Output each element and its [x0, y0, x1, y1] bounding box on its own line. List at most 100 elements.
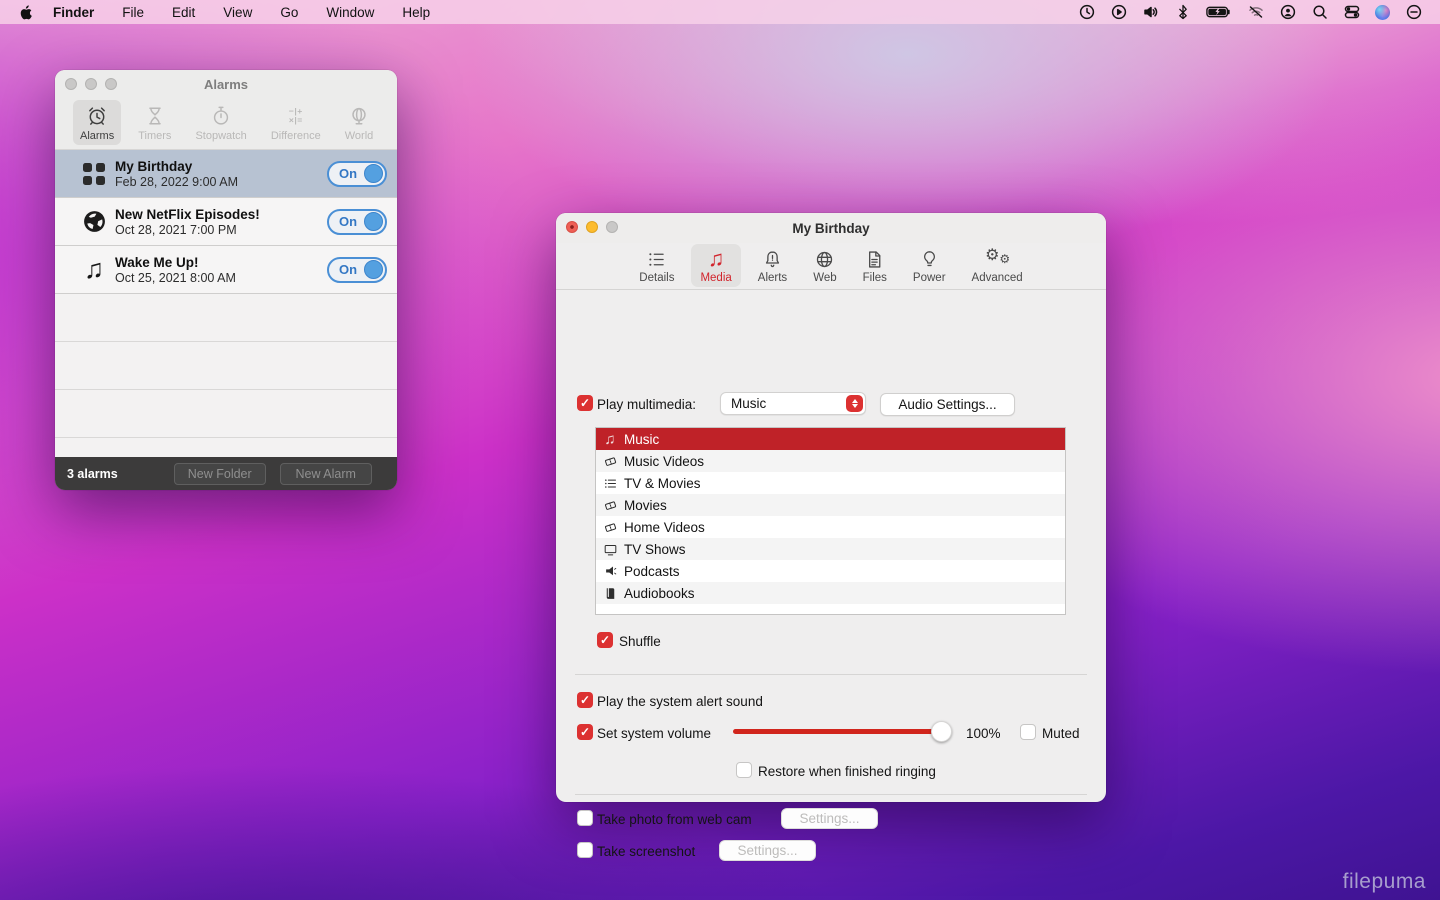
play-circle-icon[interactable]	[1110, 4, 1127, 21]
alarms-footer: 3 alarms New Folder New Alarm	[55, 457, 397, 490]
ticket-icon	[602, 497, 618, 513]
set-volume-label: Set system volume	[597, 726, 711, 741]
set-volume-checkbox[interactable]	[577, 724, 593, 740]
menu-help[interactable]: Help	[402, 5, 430, 20]
webcam-checkbox[interactable]	[577, 810, 593, 826]
play-multimedia-checkbox[interactable]	[577, 395, 593, 411]
list-icon	[602, 475, 618, 491]
alarm-toggle[interactable]: On	[327, 257, 387, 283]
alarm-row-my-birthday[interactable]: My Birthday Feb 28, 2022 9:00 AM On	[55, 150, 397, 198]
window-title: Alarms	[204, 77, 248, 92]
alarm-title: My Birthday	[115, 159, 238, 174]
media-row-tv-movies[interactable]: TV & Movies	[596, 472, 1065, 494]
restore-checkbox[interactable]	[736, 762, 752, 778]
volume-icon[interactable]	[1142, 4, 1159, 21]
alarm-toggle[interactable]: On	[327, 161, 387, 187]
new-alarm-button[interactable]: New Alarm	[280, 463, 372, 485]
zoom-button[interactable]	[105, 78, 117, 90]
clock-icon[interactable]	[1078, 4, 1095, 21]
web-globe-icon	[814, 247, 835, 271]
minimize-button[interactable]	[85, 78, 97, 90]
shuffle-checkbox[interactable]	[597, 632, 613, 648]
section-divider	[575, 674, 1087, 675]
birthday-titlebar[interactable]: My Birthday	[556, 213, 1106, 243]
tab-timers[interactable]: Timers	[131, 100, 178, 145]
tab-difference[interactable]: −|+×|= Difference	[264, 100, 328, 145]
close-button[interactable]	[566, 221, 578, 233]
globe-icon	[77, 209, 111, 234]
audio-settings-button[interactable]: Audio Settings...	[880, 393, 1015, 416]
alarm-row-netflix[interactable]: New NetFlix Episodes! Oct 28, 2021 7:00 …	[55, 198, 397, 246]
do-not-disturb-icon[interactable]	[1405, 4, 1422, 21]
media-row-movies[interactable]: Movies	[596, 494, 1065, 516]
tab-media[interactable]: ♫ Media	[691, 244, 740, 287]
menu-bar: Finder File Edit View Go Window Help	[0, 0, 1440, 24]
media-note-icon: ♫	[708, 247, 725, 271]
alarm-title: New NetFlix Episodes!	[115, 207, 260, 222]
alarms-titlebar[interactable]: Alarms	[55, 70, 397, 98]
media-list: ♫ Music Music Videos TV & Movies Movies	[595, 427, 1066, 615]
alarm-title: Wake Me Up!	[115, 255, 236, 270]
music-note-icon: ♫	[77, 256, 111, 283]
volume-slider-knob[interactable]	[931, 721, 952, 742]
screenshot-checkbox[interactable]	[577, 842, 593, 858]
zoom-button[interactable]	[606, 221, 618, 233]
media-row-music-videos[interactable]: Music Videos	[596, 450, 1065, 472]
tab-label: Alarms	[80, 130, 114, 142]
document-icon	[864, 247, 885, 271]
section-divider	[575, 794, 1087, 795]
alarms-toolbar: Alarms Timers Stopwatch −|+×|= Differenc…	[55, 98, 397, 150]
new-folder-button[interactable]: New Folder	[174, 463, 266, 485]
siri-icon[interactable]	[1375, 5, 1390, 20]
control-center-icon[interactable]	[1343, 4, 1360, 21]
wifi-off-icon[interactable]	[1247, 4, 1264, 21]
stopwatch-icon	[210, 104, 232, 128]
alarm-row-wake-me-up[interactable]: ♫ Wake Me Up! Oct 25, 2021 8:00 AM On	[55, 246, 397, 294]
search-icon[interactable]	[1311, 4, 1328, 21]
birthday-toolbar: Details ♫ Media Alerts Web Files	[556, 243, 1106, 290]
tab-alarms[interactable]: Alarms	[73, 100, 121, 145]
screenshot-settings-button[interactable]: Settings...	[719, 840, 816, 861]
menu-view[interactable]: View	[223, 5, 252, 20]
menubar-app-name[interactable]: Finder	[53, 5, 94, 20]
multimedia-type-select[interactable]: Music	[720, 392, 866, 415]
tv-icon	[602, 541, 618, 557]
webcam-settings-button[interactable]: Settings...	[781, 808, 878, 829]
menu-edit[interactable]: Edit	[172, 5, 195, 20]
tab-web[interactable]: Web	[804, 244, 845, 287]
alarm-toggle[interactable]: On	[327, 209, 387, 235]
webcam-label: Take photo from web cam	[597, 812, 752, 827]
tab-details[interactable]: Details	[630, 244, 683, 287]
window-title: My Birthday	[792, 221, 869, 236]
battery-charging-icon[interactable]	[1206, 4, 1232, 21]
media-row-music[interactable]: ♫ Music	[596, 428, 1065, 450]
menu-go[interactable]: Go	[280, 5, 298, 20]
media-row-podcasts[interactable]: Podcasts	[596, 560, 1065, 582]
menu-window[interactable]: Window	[326, 5, 374, 20]
volume-slider[interactable]	[733, 729, 945, 734]
muted-checkbox[interactable]	[1020, 724, 1036, 740]
user-circle-icon[interactable]	[1279, 4, 1296, 21]
apple-menu[interactable]	[18, 4, 33, 21]
minimize-button[interactable]	[586, 221, 598, 233]
tab-alerts[interactable]: Alerts	[749, 244, 796, 287]
close-button[interactable]	[65, 78, 77, 90]
grid-icon	[77, 163, 111, 185]
media-row-home-videos[interactable]: Home Videos	[596, 516, 1065, 538]
media-row-tv-shows[interactable]: TV Shows	[596, 538, 1065, 560]
tab-label: Stopwatch	[195, 130, 246, 142]
empty-list-row	[55, 294, 397, 342]
alarm-clock-icon	[86, 104, 108, 128]
tab-world[interactable]: World	[338, 100, 381, 145]
tab-advanced[interactable]: ⚙⚙ Advanced	[963, 244, 1032, 287]
media-row-audiobooks[interactable]: Audiobooks	[596, 582, 1065, 604]
alert-sound-checkbox[interactable]	[577, 692, 593, 708]
alarm-datetime: Oct 25, 2021 8:00 AM	[115, 271, 236, 285]
tab-power[interactable]: Power	[904, 244, 955, 287]
bluetooth-icon[interactable]	[1174, 4, 1191, 21]
tab-files[interactable]: Files	[854, 244, 896, 287]
empty-list-row	[55, 390, 397, 438]
menu-file[interactable]: File	[122, 5, 144, 20]
toggle-knob	[364, 212, 383, 231]
tab-stopwatch[interactable]: Stopwatch	[188, 100, 253, 145]
